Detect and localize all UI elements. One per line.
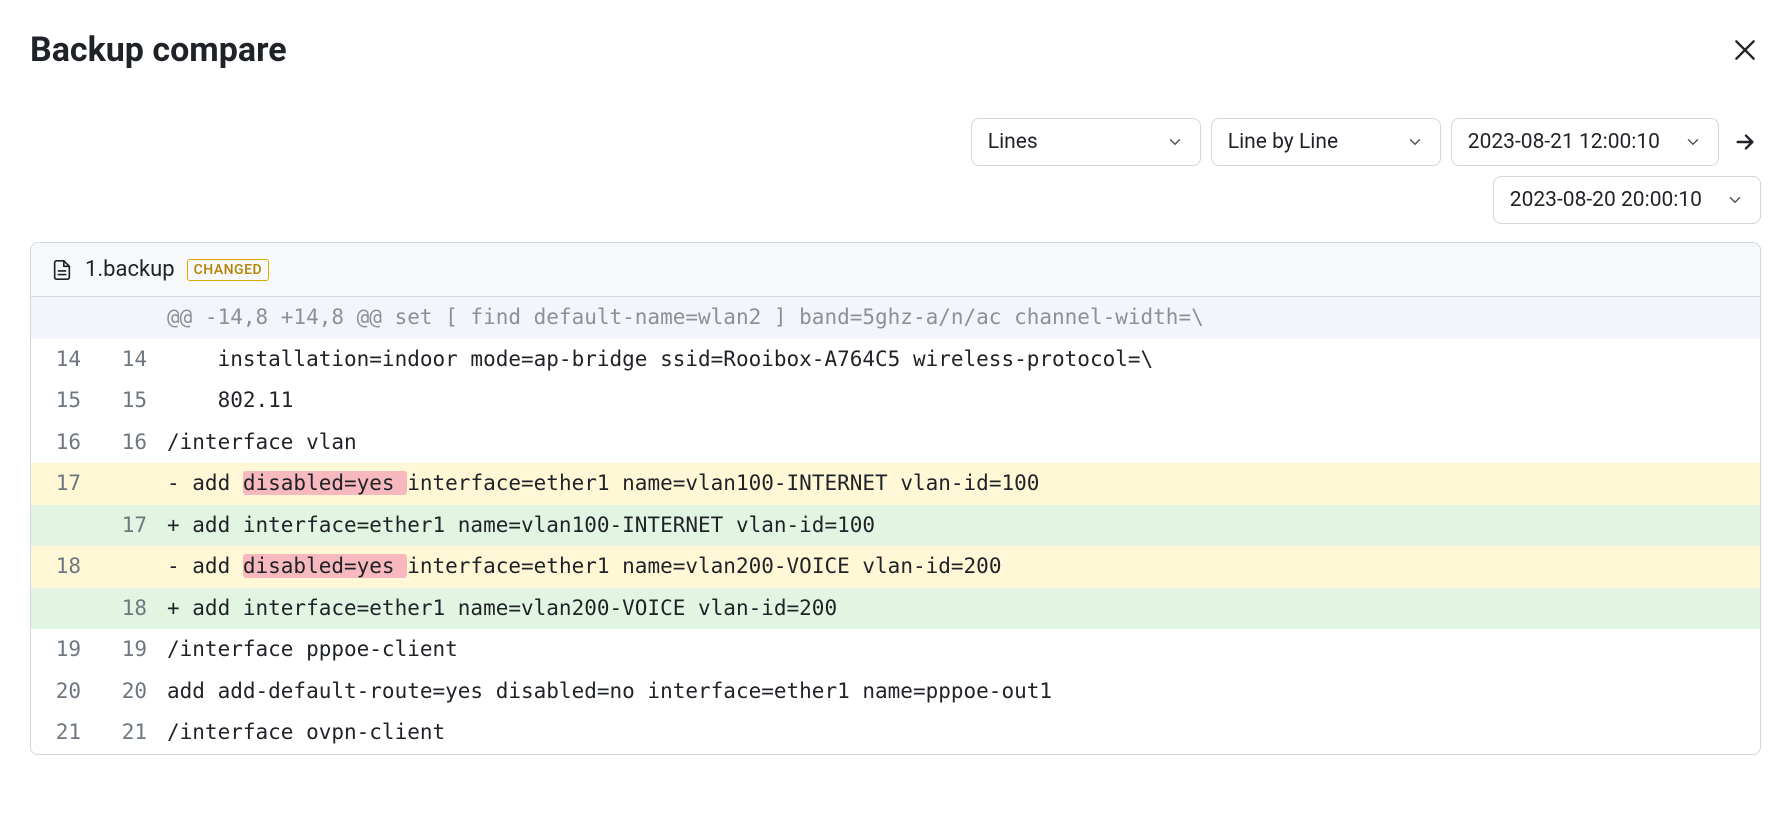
diff-row: 1515 802.11: [31, 380, 1760, 422]
diff-content: /interface ovpn-client: [163, 712, 1760, 754]
close-button[interactable]: [1729, 34, 1761, 66]
diff-table: @@ -14,8 +14,8 @@ set [ find default-nam…: [31, 297, 1760, 754]
file-name: 1.backup: [85, 257, 175, 282]
diff-row: 17 - add disabled=yes interface=ether1 na…: [31, 463, 1760, 505]
diff-row: 18 - add disabled=yes interface=ether1 na…: [31, 546, 1760, 588]
diff-content: add add-default-route=yes disabled=no in…: [163, 671, 1760, 713]
controls-row-2: 2023-08-20 20:00:10: [1493, 176, 1761, 224]
mode-select-value: Lines: [988, 130, 1038, 154]
removed-span: disabled=yes: [243, 471, 407, 495]
line-number-new: 21: [97, 712, 163, 754]
chevron-down-icon: [1166, 133, 1184, 151]
mode-select[interactable]: Lines: [971, 118, 1201, 166]
line-number-new: [97, 546, 163, 588]
line-number-new: 17: [97, 505, 163, 547]
next-button[interactable]: [1729, 126, 1761, 158]
line-number-new: 15: [97, 380, 163, 422]
diff-container: 1.backup CHANGED @@ -14,8 +14,8 @@ set […: [30, 242, 1761, 755]
file-icon: [51, 259, 73, 281]
diff-row: 18+ add interface=ether1 name=vlan200-VO…: [31, 588, 1760, 630]
chevron-down-icon: [1726, 191, 1744, 209]
diff-content: - add disabled=yes interface=ether1 name…: [163, 463, 1760, 505]
line-number-new: 14: [97, 339, 163, 381]
line-number-old: 16: [31, 422, 97, 464]
view-select-value: Line by Line: [1228, 130, 1338, 154]
diff-content: /interface vlan: [163, 422, 1760, 464]
line-number-old: [31, 505, 97, 547]
datetime-a-select[interactable]: 2023-08-21 12:00:10: [1451, 118, 1719, 166]
line-number-old: 17: [31, 463, 97, 505]
line-number-old: 14: [31, 339, 97, 381]
line-number-old: 21: [31, 712, 97, 754]
datetime-b-select[interactable]: 2023-08-20 20:00:10: [1493, 176, 1761, 224]
hunk-header: @@ -14,8 +14,8 @@ set [ find default-nam…: [31, 297, 1760, 339]
removed-span: disabled=yes: [243, 554, 407, 578]
view-select[interactable]: Line by Line: [1211, 118, 1441, 166]
line-number-new: [97, 463, 163, 505]
chevron-down-icon: [1684, 133, 1702, 151]
status-badge: CHANGED: [187, 259, 270, 281]
controls: Lines Line by Line 2023-08-21 12:00:10 2…: [30, 118, 1761, 224]
diff-content: + add interface=ether1 name=vlan100-INTE…: [163, 505, 1760, 547]
diff-row: 1919/interface pppoe-client: [31, 629, 1760, 671]
line-number-new: [97, 297, 163, 339]
datetime-b-value: 2023-08-20 20:00:10: [1510, 188, 1702, 212]
arrow-right-icon: [1734, 131, 1756, 153]
datetime-a-value: 2023-08-21 12:00:10: [1468, 130, 1660, 154]
line-number-old: 15: [31, 380, 97, 422]
page-title: Backup compare: [30, 30, 287, 70]
diff-content: installation=indoor mode=ap-bridge ssid=…: [163, 339, 1760, 381]
line-number-old: 18: [31, 546, 97, 588]
controls-row-1: Lines Line by Line 2023-08-21 12:00:10: [971, 118, 1761, 166]
diff-content: 802.11: [163, 380, 1760, 422]
line-number-new: 18: [97, 588, 163, 630]
line-number-old: [31, 297, 97, 339]
line-number-old: [31, 588, 97, 630]
diff-row: 1616/interface vlan: [31, 422, 1760, 464]
line-number-new: 16: [97, 422, 163, 464]
hunk-text: @@ -14,8 +14,8 @@ set [ find default-nam…: [163, 297, 1760, 339]
diff-row: 17+ add interface=ether1 name=vlan100-IN…: [31, 505, 1760, 547]
line-number-new: 19: [97, 629, 163, 671]
diff-row: 2020add add-default-route=yes disabled=n…: [31, 671, 1760, 713]
diff-content: + add interface=ether1 name=vlan200-VOIC…: [163, 588, 1760, 630]
diff-content: - add disabled=yes interface=ether1 name…: [163, 546, 1760, 588]
file-header: 1.backup CHANGED: [31, 243, 1760, 297]
close-icon: [1732, 37, 1758, 63]
diff-row: 2121/interface ovpn-client: [31, 712, 1760, 754]
chevron-down-icon: [1406, 133, 1424, 151]
diff-content: /interface pppoe-client: [163, 629, 1760, 671]
header-bar: Backup compare: [30, 30, 1761, 70]
line-number-old: 20: [31, 671, 97, 713]
line-number-new: 20: [97, 671, 163, 713]
diff-row: 1414 installation=indoor mode=ap-bridge …: [31, 339, 1760, 381]
line-number-old: 19: [31, 629, 97, 671]
